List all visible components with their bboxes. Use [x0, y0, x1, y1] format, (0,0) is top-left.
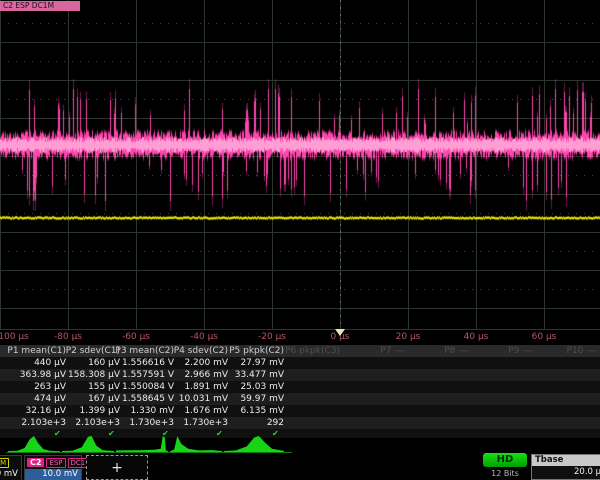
add-trace-button[interactable]: + — [86, 455, 148, 480]
timebase-descriptor[interactable]: Tbase 20.0 µs/div — [531, 454, 600, 480]
measure-row-5: 2.103e+32.103e+31.730e+31.730e+3292 — [0, 417, 600, 429]
measure-row-3: 474 µV167 µV1.558645 V10.031 mV59.97 mV — [0, 393, 600, 405]
measure-value-r4-p1: 32.16 µV — [4, 405, 66, 417]
measure-row-0: 440 µV160 µV1.556616 V2.200 mV27.97 mV — [0, 357, 600, 369]
measure-value-r5-p2: 2.103e+3 — [58, 417, 120, 429]
measure-value-r5-p4: 1.730e+3 — [166, 417, 228, 429]
measure-header-p3[interactable]: P3 mean(C2) — [112, 345, 174, 357]
measure-value-r1-p5: 33.477 mV — [222, 369, 284, 381]
c2-scale-value[interactable]: 10.0 mV — [25, 469, 81, 480]
measure-value-r4-p2: 1.399 µV — [58, 405, 120, 417]
trigger-position-marker[interactable] — [335, 329, 345, 336]
histicon-row — [0, 433, 600, 454]
measure-value-r5-p1: 2.103e+3 — [4, 417, 66, 429]
c1-scale-value[interactable]: 10.0 mV — [0, 469, 21, 480]
measure-header-p7[interactable]: P7 --- — [342, 345, 404, 357]
measure-value-r3-p3: 1.558645 V — [112, 393, 174, 405]
measure-header-p8[interactable]: P8 --- — [406, 345, 468, 357]
measure-header-row: P1 mean(C1)P2 sdev(C1)P3 mean(C2)P4 sdev… — [0, 345, 600, 357]
measure-value-r2-p3: 1.550084 V — [112, 381, 174, 393]
hd-mode-badge: HD — [483, 453, 527, 467]
measure-value-r3-p5: 59.97 mV — [222, 393, 284, 405]
histicon-p5[interactable] — [224, 435, 284, 453]
time-axis-label-8: 60 µs — [532, 332, 557, 342]
waveform-display — [0, 0, 600, 330]
measure-value-r0-p5: 27.97 mV — [222, 357, 284, 369]
time-axis-label-3: -40 µs — [190, 332, 218, 342]
measure-value-r4-p5: 6.135 mV — [222, 405, 284, 417]
measure-value-r2-p2: 155 µV — [58, 381, 120, 393]
measure-value-r2-p5: 25.03 mV — [222, 381, 284, 393]
measure-value-r0-p4: 2.200 mV — [166, 357, 228, 369]
timebase-title: Tbase — [532, 455, 600, 466]
measure-header-p1[interactable]: P1 mean(C1) — [4, 345, 66, 357]
histicon-p2[interactable] — [62, 435, 114, 453]
time-axis-label-6: 20 µs — [396, 332, 421, 342]
measure-value-r3-p2: 167 µV — [58, 393, 120, 405]
measure-header-p4[interactable]: P4 sdev(C2) — [166, 345, 228, 357]
c1-coupling-badge[interactable]: DC1M — [0, 458, 9, 468]
measure-value-r0-p2: 160 µV — [58, 357, 120, 369]
measurement-table: P1 mean(C1)P2 sdev(C1)P3 mean(C2)P4 sdev… — [0, 345, 600, 433]
measure-value-r5-p3: 1.730e+3 — [112, 417, 174, 429]
measure-value-r1-p3: 1.557591 V — [112, 369, 174, 381]
time-axis: -100 µs-80 µs-60 µs-40 µs-20 µs0 µs20 µs… — [0, 330, 600, 345]
measure-value-r5-p5: 292 — [222, 417, 284, 429]
measure-value-r4-p3: 1.330 mV — [112, 405, 174, 417]
channel-c2-descriptor[interactable]: C2 ESP DC1M 10.0 mV — [24, 455, 82, 480]
histicon-p4[interactable] — [170, 435, 222, 453]
measure-value-r2-p4: 1.891 mV — [166, 381, 228, 393]
histicon-p3[interactable] — [116, 435, 168, 453]
channel-c1-descriptor[interactable]: C1 DC1M 10.0 mV — [0, 455, 22, 480]
hd-bits-label: 12 Bits — [483, 469, 527, 478]
c2-esp-badge[interactable]: ESP — [46, 458, 65, 468]
measure-row-2: 263 µV155 µV1.550084 V1.891 mV25.03 mV — [0, 381, 600, 393]
measure-value-r3-p1: 474 µV — [4, 393, 66, 405]
measure-value-r2-p1: 263 µV — [4, 381, 66, 393]
time-axis-label-7: 40 µs — [464, 332, 489, 342]
measure-value-r3-p4: 10.031 mV — [166, 393, 228, 405]
time-axis-label-2: -60 µs — [122, 332, 150, 342]
measure-value-r1-p1: 363.98 µV — [4, 369, 66, 381]
measure-header-p2[interactable]: P2 sdev(C1) — [58, 345, 120, 357]
c2-tag: C2 — [27, 458, 44, 467]
measure-value-r0-p3: 1.556616 V — [112, 357, 174, 369]
graticule-area: C2 ESP DC1M — [0, 0, 600, 330]
trace-annotation-badge[interactable]: C2 ESP DC1M — [0, 1, 80, 11]
time-axis-label-4: -20 µs — [258, 332, 286, 342]
histicon-p1[interactable] — [8, 435, 60, 453]
timebase-value: 20.0 µs/div — [532, 466, 600, 478]
oscilloscope-screen: C2 ESP DC1M -100 µs -80 µs -60 µs -40 µs -20… — [0, 0, 600, 480]
measure-header-p5[interactable]: P5 pkpk(C2) — [222, 345, 284, 357]
measure-header-p6[interactable]: P6 pkpk(C3) — [278, 345, 340, 357]
measure-header-p9[interactable]: P9 --- — [470, 345, 532, 357]
measure-value-r1-p2: 158.308 µV — [58, 369, 120, 381]
measure-value-r0-p1: 440 µV — [4, 357, 66, 369]
measure-header-p10[interactable]: P10 --- — [534, 345, 596, 357]
measure-row-1: 363.98 µV158.308 µV1.557591 V2.966 mV33.… — [0, 369, 600, 381]
measure-value-r1-p4: 2.966 mV — [166, 369, 228, 381]
measure-value-r4-p4: 1.676 mV — [166, 405, 228, 417]
time-axis-label-1: -80 µs — [54, 332, 82, 342]
time-axis-label-0: -100 µs — [0, 332, 29, 342]
measure-row-4: 32.16 µV1.399 µV1.330 mV1.676 mV6.135 mV — [0, 405, 600, 417]
